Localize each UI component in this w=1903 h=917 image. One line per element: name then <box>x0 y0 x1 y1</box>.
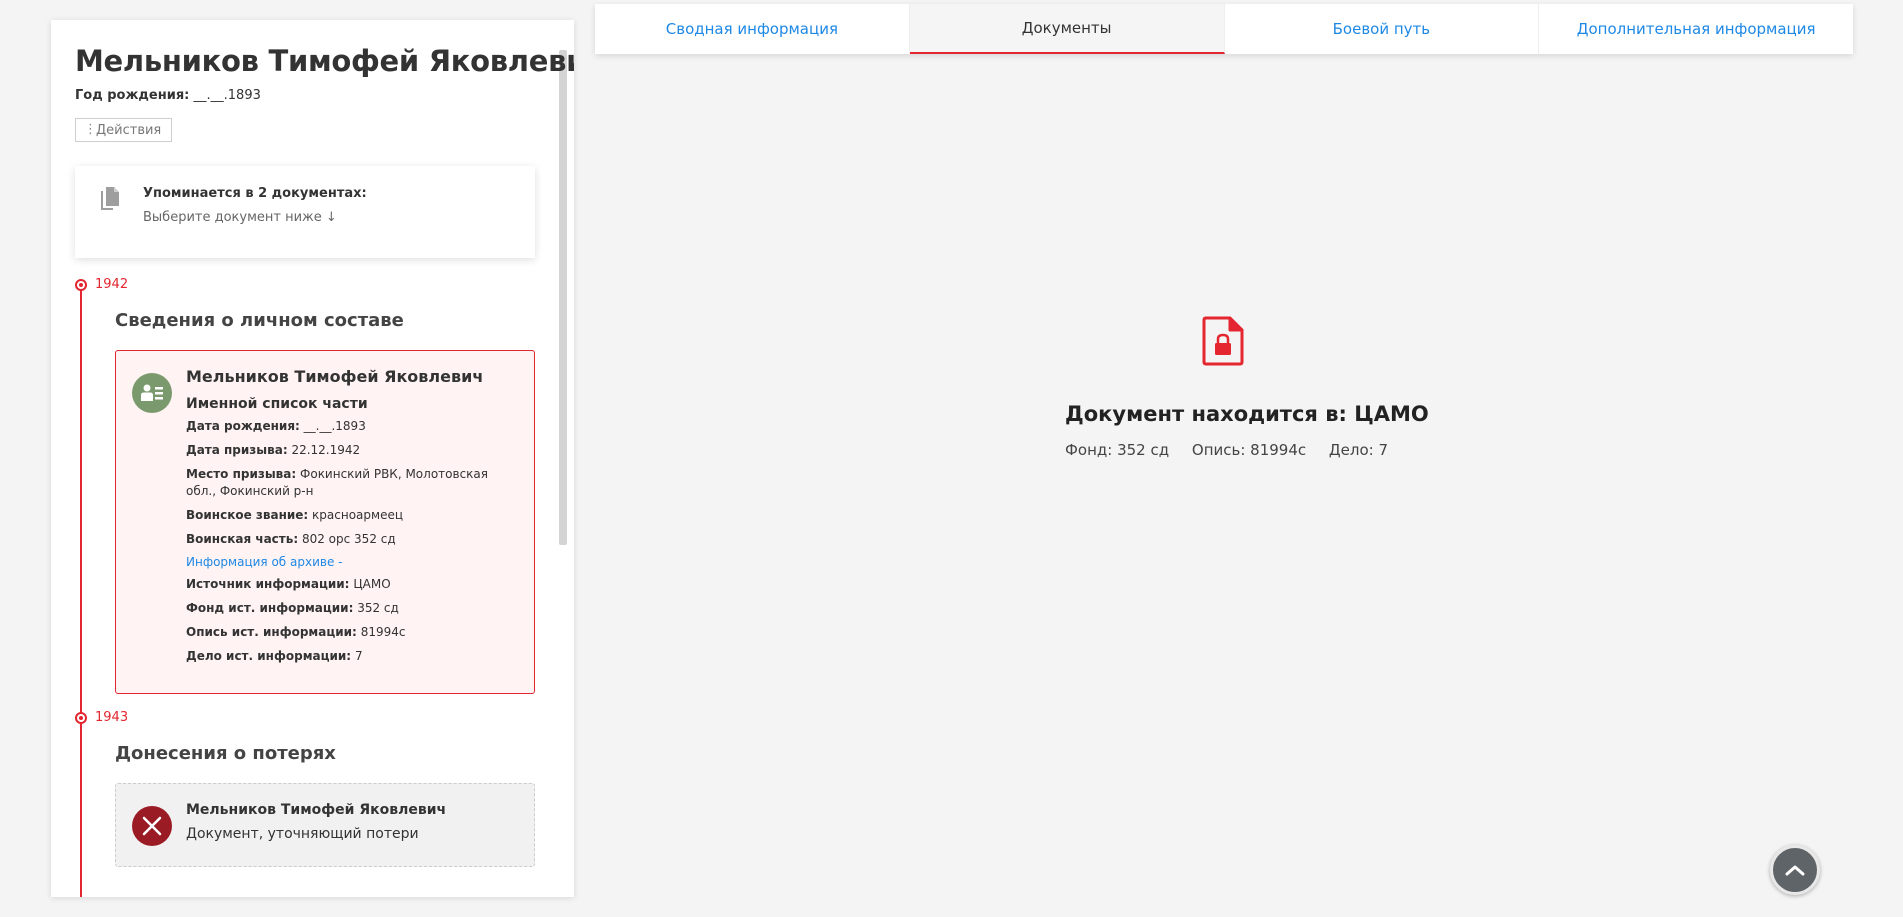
tab-summary[interactable]: Сводная информация <box>595 4 910 54</box>
location-delo: Дело: 7 <box>1328 441 1388 459</box>
tab-documents[interactable]: Документы <box>909 4 1225 54</box>
record-type: Именной список части <box>186 396 368 412</box>
record-field-rank: Воинское звание: красноармеец <box>186 507 521 524</box>
record-field-draft-place: Место призыва: Фокинский РВК, Молотовска… <box>186 466 521 500</box>
record-field-birth: Дата рождения: __.__.1893 <box>186 418 521 435</box>
archive-info-link[interactable]: Информация об архиве - <box>186 555 521 569</box>
tab-additional-info[interactable]: Дополнительная информация <box>1539 4 1853 54</box>
section-title-losses: Донесения о потерях <box>115 743 336 764</box>
record-field-draft-date: Дата призыва: 22.12.1942 <box>186 442 521 459</box>
timeline-dot-1943 <box>75 712 87 724</box>
actions-button[interactable]: ⋮ Действия <box>75 118 173 142</box>
field-label: Дата рождения: <box>186 419 300 433</box>
record-card-losses[interactable]: Мельников Тимофей Яковлевич Документ, ут… <box>115 783 535 867</box>
scroll-to-top-button[interactable] <box>1770 845 1820 895</box>
person-panel: Мельников Тимофей Яковлевич Год рождения… <box>51 20 574 897</box>
field-value: 81994с <box>360 625 406 639</box>
record-card-personnel[interactable]: Мельников Тимофей Яковлевич Именной спис… <box>115 350 535 694</box>
birth-value: __.__.1893 <box>193 88 261 103</box>
field-label: Источник информации: <box>186 577 350 591</box>
timeline-line <box>80 284 82 897</box>
field-value: красноармеец <box>312 508 404 522</box>
field-label: Дело ист. информации: <box>186 649 352 663</box>
field-value: ЦАМО <box>353 577 391 591</box>
timeline-dot-1942 <box>75 279 87 291</box>
location-opis: Опись: 81994с <box>1191 441 1307 459</box>
more-vertical-icon: ⋮ <box>84 122 97 137</box>
field-value: __.__.1893 <box>303 419 366 433</box>
mentions-title: Упоминается в 2 документах: <box>143 186 367 201</box>
record-field-source: Источник информации: ЦАМО <box>186 576 521 593</box>
personnel-card-icon <box>132 373 172 413</box>
panel-scrollbar[interactable] <box>559 50 567 545</box>
birth-label: Год рождения: <box>75 88 190 103</box>
locked-document-icon <box>1202 316 1244 366</box>
field-label: Воинское звание: <box>186 508 309 522</box>
field-label: Опись ист. информации: <box>186 625 357 639</box>
timeline-year: 1942 <box>95 277 129 292</box>
person-name: Мельников Тимофей Яковлевич <box>75 44 574 78</box>
mentions-subtitle: Выберите документ ниже ↓ <box>143 210 337 225</box>
document-location-meta: Фонд: 352 сд Опись: 81994с Дело: 7 <box>1065 441 1406 459</box>
document-location-title: Документ находится в: ЦАМО <box>1065 402 1429 426</box>
tab-combat-path[interactable]: Боевой путь <box>1225 4 1540 54</box>
timeline-year: 1943 <box>95 710 129 725</box>
actions-label: Действия <box>96 122 162 138</box>
mentions-card: Упоминается в 2 документах: Выберите док… <box>75 166 535 258</box>
field-label: Дата призыва: <box>186 443 288 457</box>
location-fond: Фонд: 352 сд <box>1065 441 1170 459</box>
record-field-unit: Воинская часть: 802 орс 352 сд <box>186 531 521 548</box>
birth-year: Год рождения: __.__.1893 <box>75 88 261 103</box>
field-value: 22.12.1942 <box>291 443 361 457</box>
field-label: Воинская часть: <box>186 532 299 546</box>
record-body: Мельников Тимофей Яковлевич Именной спис… <box>186 367 521 672</box>
tab-bar: Сводная информация Документы Боевой путь… <box>595 4 1853 54</box>
documents-icon <box>101 187 119 210</box>
section-title-personnel: Сведения о личном составе <box>115 310 404 331</box>
loss-person-name: Мельников Тимофей Яковлевич <box>186 802 447 818</box>
field-label: Фонд ист. информации: <box>186 601 354 615</box>
record-person-name: Мельников Тимофей Яковлевич <box>186 367 484 386</box>
field-label: Место призыва: <box>186 467 297 481</box>
record-field-delo: Дело ист. информации: 7 <box>186 648 521 665</box>
chevron-up-icon <box>1785 865 1805 876</box>
record-field-opis: Опись ист. информации: 81994с <box>186 624 521 641</box>
field-value: 802 орс 352 сд <box>301 532 396 546</box>
cross-icon <box>132 806 172 846</box>
field-value: 352 сд <box>357 601 399 615</box>
field-value: 7 <box>354 649 363 663</box>
record-field-fond: Фонд ист. информации: 352 сд <box>186 600 521 617</box>
loss-document-type: Документ, уточняющий потери <box>186 826 419 842</box>
